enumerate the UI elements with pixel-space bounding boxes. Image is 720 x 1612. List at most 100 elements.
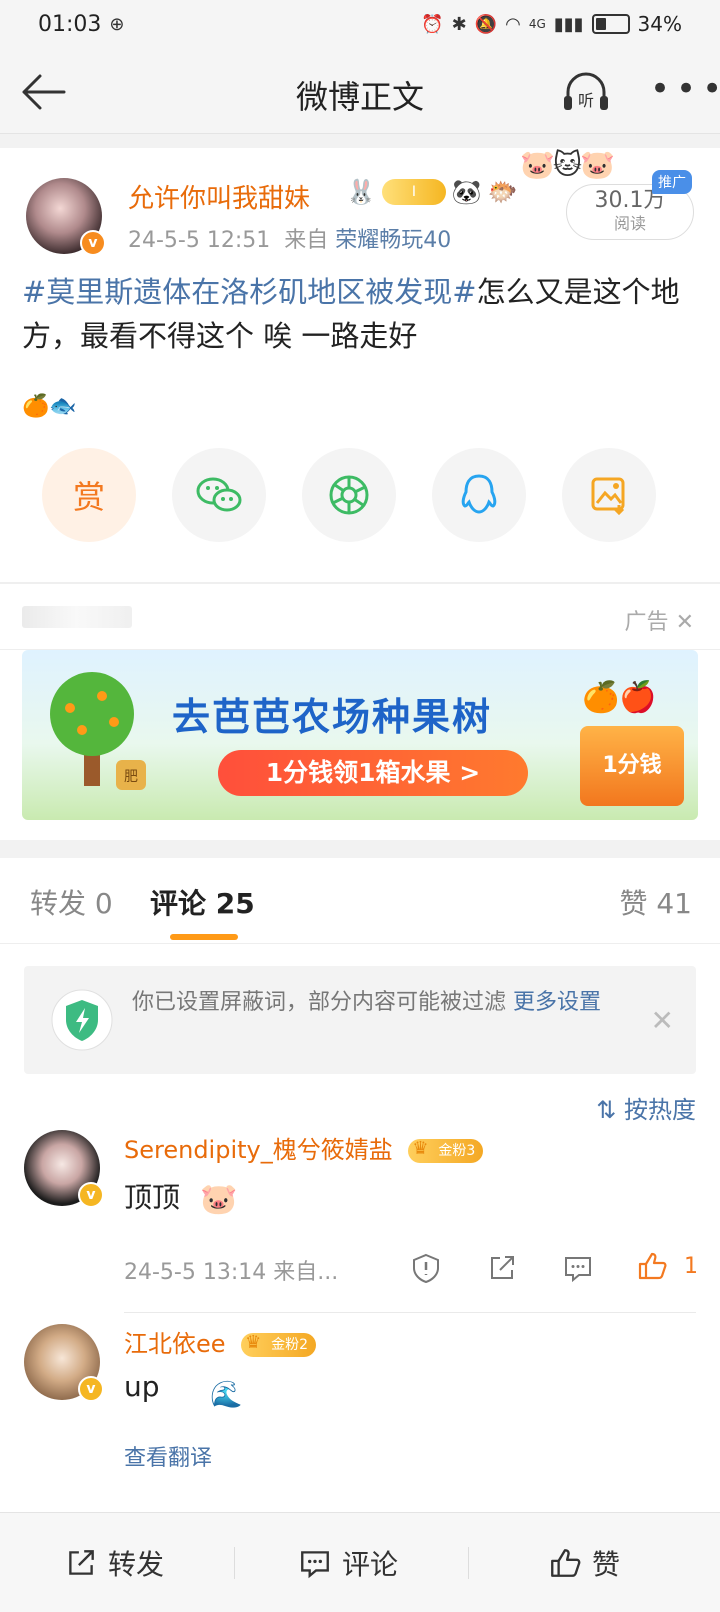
verified-badge-icon: v [78, 1376, 104, 1402]
report-icon[interactable] [410, 1252, 442, 1284]
commenter-name[interactable]: Serendipity_槐兮筱婧盐 ♛ 金粉3 [124, 1130, 484, 1165]
more-settings-link[interactable]: 更多设置 [513, 990, 601, 1015]
alarm-icon: ⏰ [421, 13, 444, 35]
separator [234, 1547, 235, 1579]
more-options-icon[interactable]: ••• [650, 72, 720, 114]
tab-likes[interactable]: 赞 41 [619, 882, 692, 922]
piggy-sticker-icon: 🐷🐱🐷 [520, 148, 615, 181]
fruit-tree-icon: 肥 [50, 672, 146, 790]
section-gap [0, 134, 720, 148]
source-prefix: 来自 [284, 228, 329, 253]
comment-item: v Serendipity_槐兮筱婧盐 ♛ 金粉3 顶顶 🐷 24-5-5 13:… [0, 1126, 720, 1316]
qq-share-button[interactable] [432, 448, 526, 542]
crown-icon: ♛ [245, 1332, 262, 1353]
save-image-icon [591, 477, 625, 515]
post-card: v 允许你叫我甜妹 🐰 I 🐼 🐡 🐷🐱🐷 30.1万 阅读 推广 24-5-5… [0, 148, 720, 582]
sort-icon: ⇅ [596, 1096, 624, 1124]
comment-button[interactable]: 评论 [298, 1543, 398, 1583]
comment-text: 顶顶 [124, 1181, 181, 1214]
tab-indicator [170, 934, 238, 940]
ad-label-text: 广告 [624, 610, 669, 635]
sort-toggle[interactable]: ⇅ 按热度 [596, 1090, 696, 1125]
fruit-icon: 🍊🍎 [582, 680, 657, 715]
repost-button[interactable]: 转发 [64, 1543, 164, 1583]
share-icon[interactable] [486, 1252, 518, 1284]
moments-share-button[interactable] [302, 448, 396, 542]
post-source[interactable]: 荣耀畅玩40 [335, 228, 451, 253]
fan-badge-text: 金粉3 [438, 1143, 476, 1159]
tab-repost[interactable]: 转发 0 [30, 882, 113, 922]
verified-badge-icon: v [78, 1182, 104, 1208]
comment-icon [301, 1551, 329, 1579]
qq-penguin-icon [461, 474, 497, 514]
bottom-action-bar: 转发 评论 赞 [0, 1512, 720, 1612]
verified-badge-icon: v [80, 230, 106, 256]
like-button[interactable]: 赞 [548, 1543, 620, 1583]
read-label: 阅读 [613, 214, 646, 233]
ad-banner[interactable]: 肥 去芭芭农场种果树 1分钱领1箱水果 > 🍊🍎 1分钱 [22, 650, 698, 820]
bluetooth-icon: ✱ [451, 13, 467, 35]
notice-message: 你已设置屏蔽词，部分内容可能被过滤 [132, 990, 513, 1015]
reward-label: 赏 [72, 478, 105, 516]
level-badge: I [381, 179, 446, 205]
fan-badge: ♛ 金粉2 [241, 1332, 317, 1357]
commenter-name-text: Serendipity_槐兮筱婧盐 [124, 1136, 393, 1164]
data-saver-icon: ⊕ [109, 13, 125, 35]
commenter-avatar[interactable]: v [24, 1324, 104, 1402]
piggy-sticker-icon: 🐷 [200, 1182, 238, 1217]
wifi-icon: ◠ [505, 13, 521, 35]
moments-aperture-icon [329, 475, 369, 515]
filter-notice: 你已设置屏蔽词，部分内容可能被过滤 更多设置 ✕ [24, 966, 696, 1074]
sort-label: 按热度 [624, 1096, 696, 1124]
notice-text: 你已设置屏蔽词，部分内容可能被过滤 更多设置 [132, 986, 632, 1020]
ad-header: 广告 ✕ [0, 584, 720, 650]
close-icon[interactable]: ✕ [651, 1004, 674, 1037]
post-emojis: 🍊🐟 [22, 394, 77, 419]
mute-icon: 🔕 [474, 13, 498, 35]
reply-icon[interactable] [562, 1252, 594, 1284]
interaction-tabs: 转发 0 评论 25 赞 41 [0, 858, 720, 944]
wechat-share-button[interactable] [172, 448, 266, 542]
post-meta: 24-5-5 12:51 来自 荣耀畅玩40 [128, 222, 451, 254]
page-title: 微博正文 [295, 78, 424, 116]
post-timestamp: 24-5-5 12:51 [128, 228, 271, 253]
author-name[interactable]: 允许你叫我甜妹 [128, 178, 310, 215]
fan-badge: ♛ 金粉3 [408, 1138, 484, 1163]
panda-badge-icon: 🐼 [451, 178, 482, 206]
commenter-avatar[interactable]: v [24, 1130, 104, 1208]
like-icon [551, 1549, 581, 1577]
author-badges: 🐰 I 🐼 🐡 [346, 178, 518, 206]
post-content: #莫里斯遗体在洛杉矶地区被发现#怎么又是这个地方，最看不得这个 唉 一路走好 [22, 270, 702, 358]
commenter-name[interactable]: 江北依ee ♛ 金粉2 [124, 1324, 317, 1359]
separator [468, 1547, 469, 1579]
comment-meta: 24-5-5 13:14 来自... [124, 1260, 339, 1285]
ad-label[interactable]: 广告 ✕ [625, 604, 694, 636]
comment-item: v 江北依ee ♛ 金粉2 up 🌊 查看翻译 [0, 1320, 720, 1510]
close-icon[interactable]: ✕ [676, 610, 694, 635]
ad-cta-button[interactable]: 1分钱领1箱水果 > [218, 750, 528, 796]
comment-divider [124, 1312, 696, 1313]
battery-percent: 34% [637, 12, 682, 36]
reward-button[interactable]: 赏 [42, 448, 136, 542]
headphones-listen-icon[interactable]: 听 [560, 68, 612, 118]
fish-badge-icon: 🐡 [487, 178, 518, 206]
signal-icon: ▮▮▮ [553, 13, 584, 35]
bunny-badge-icon: 🐰 [346, 178, 376, 206]
like-count: 1 [684, 1254, 698, 1279]
comment-label: 评论 [342, 1548, 399, 1581]
wechat-icon [196, 477, 242, 512]
share-actions: 赏 [0, 448, 720, 548]
post-hashtag[interactable]: #莫里斯遗体在洛杉矶地区被发现# [22, 275, 477, 309]
author-avatar[interactable]: v [26, 178, 106, 256]
repost-icon [69, 1550, 94, 1575]
save-image-button[interactable] [562, 448, 656, 542]
comment-text: up [124, 1370, 160, 1403]
promo-badge[interactable]: 推广 [652, 170, 692, 194]
like-label: 赞 [592, 1548, 621, 1581]
repost-label: 转发 [108, 1548, 165, 1581]
status-bar: 01:03 ⊕ ⏰ ✱ 🔕 ◠ 4G ▮▮▮ 34% [0, 0, 720, 48]
translate-link[interactable]: 查看翻译 [124, 1440, 212, 1472]
ad-fruit-box: 1分钱 [580, 726, 684, 806]
like-icon[interactable] [636, 1250, 668, 1282]
tab-comments[interactable]: 评论 25 [150, 882, 255, 922]
